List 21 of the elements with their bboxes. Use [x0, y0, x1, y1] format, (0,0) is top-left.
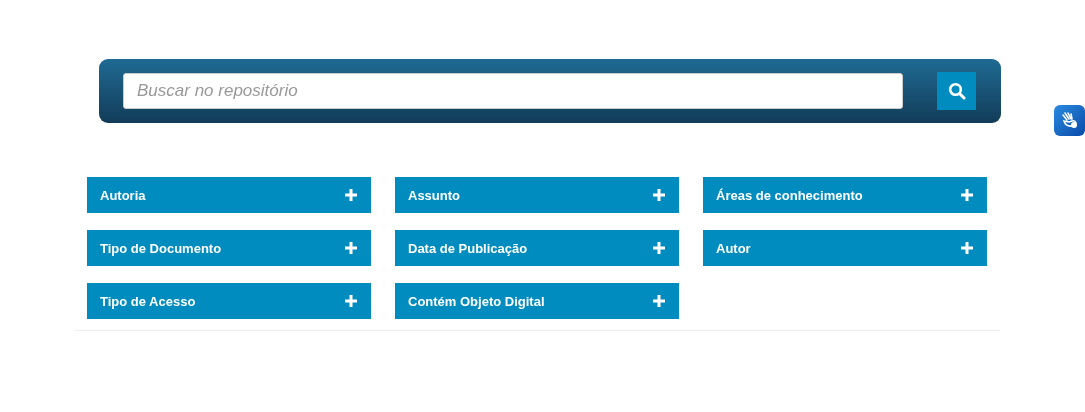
facet-toggle[interactable]: Assunto — [395, 177, 679, 213]
facet-toggle[interactable]: Tipo de Acesso — [87, 283, 371, 319]
facet-toggle[interactable]: Autor — [703, 230, 987, 266]
search-field[interactable]: Buscar no repositório — [123, 73, 903, 109]
search-button[interactable] — [937, 72, 976, 110]
plus-icon — [961, 189, 973, 201]
plus-icon — [345, 295, 357, 307]
plus-icon — [653, 189, 665, 201]
plus-icon — [345, 189, 357, 201]
plus-icon — [345, 242, 357, 254]
facet-toggle[interactable]: Contém Objeto Digital — [395, 283, 679, 319]
search-icon — [947, 82, 966, 100]
facet-toggle[interactable]: Autoria — [87, 177, 371, 213]
facet-toggle[interactable]: Tipo de Documento — [87, 230, 371, 266]
plus-icon — [961, 242, 973, 254]
plus-icon — [653, 295, 665, 307]
hands-icon — [1059, 110, 1080, 131]
sign-language-button[interactable] — [1054, 105, 1085, 136]
facet-toggle[interactable]: Data de Publicação — [395, 230, 679, 266]
plus-icon — [653, 242, 665, 254]
facet-toggle[interactable]: Áreas de conhecimento — [703, 177, 987, 213]
